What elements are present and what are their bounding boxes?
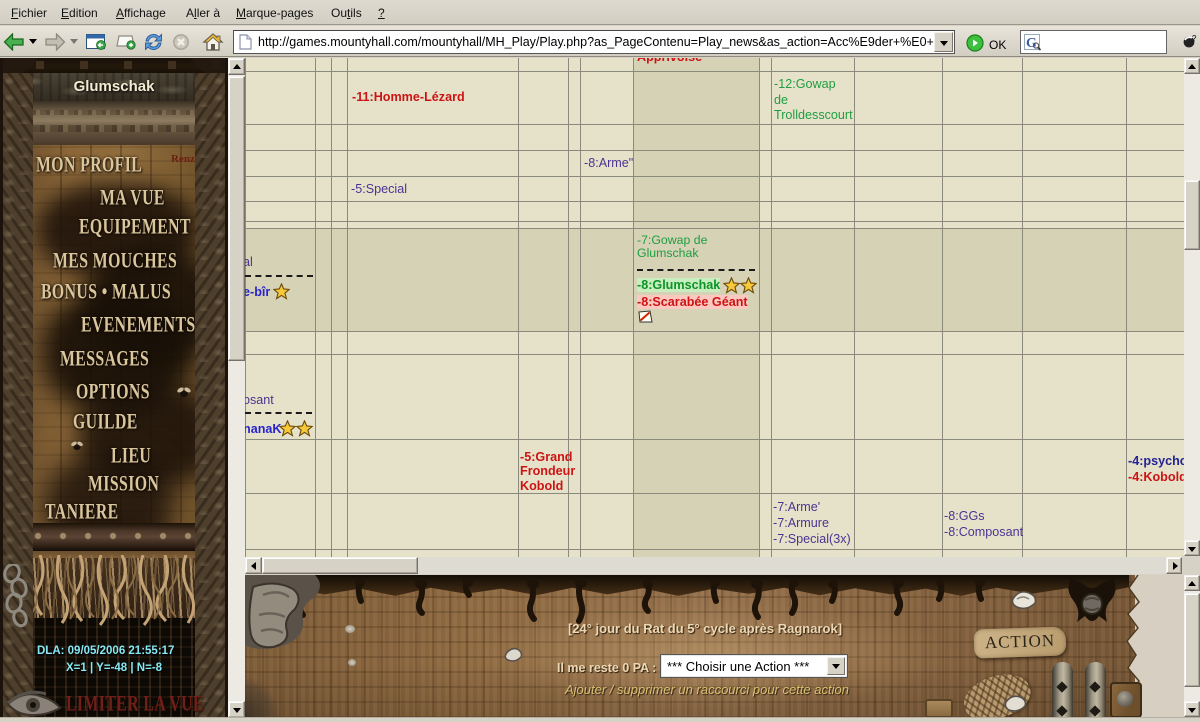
svg-text:?: ? [1192, 34, 1197, 43]
